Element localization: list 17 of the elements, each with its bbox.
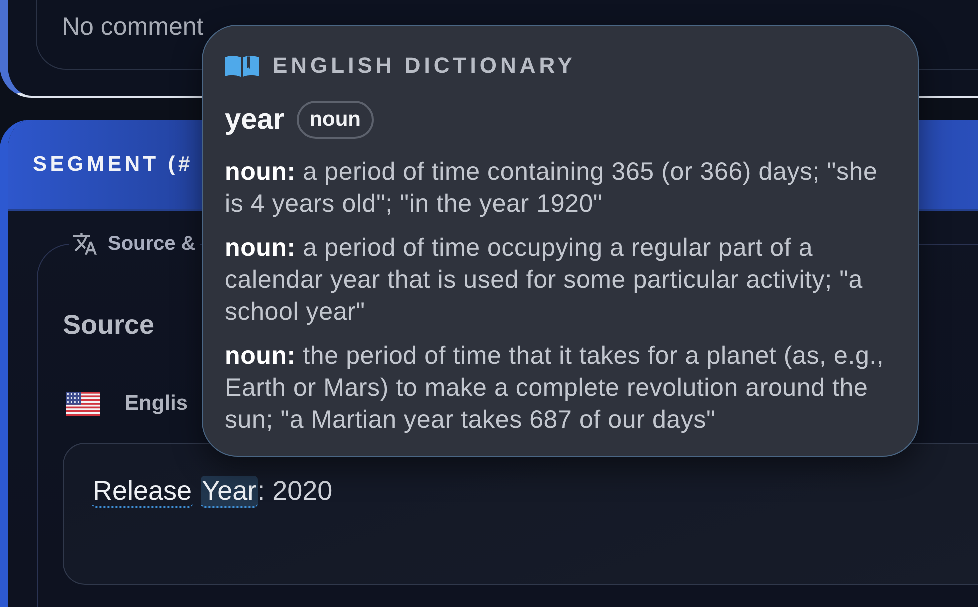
definition-text: noun: a period of time occupying a regular part of a calendar year that is used for some particular activity; "a school year" xyxy=(225,233,864,328)
language-label: Englis xyxy=(125,391,188,417)
dictionary-term[interactable]: Year xyxy=(201,476,258,508)
segment-title: SEGMENT (# xyxy=(33,152,194,178)
section-heading: Source xyxy=(63,310,155,340)
empty-comments-text: No comment xyxy=(62,12,204,42)
translate-icon xyxy=(73,233,97,255)
dictionary-term[interactable]: Release xyxy=(92,476,194,508)
headword: year xyxy=(225,103,285,138)
definition-text: noun: the period of time that it takes for a planet (as, e.g., Earth or Mars) to make a complete revolution around the sun; "a Martian year takes 687 of our days" xyxy=(225,341,886,436)
popup-title: ENGLISH DICTIONARY xyxy=(273,52,576,80)
legend-title: Source & xyxy=(108,232,196,256)
source-text: : 2020 xyxy=(258,476,333,506)
definition-text: noun: a period of time containing 365 (or 366) days; "she is 4 years old"; "in the year 1920" xyxy=(225,157,879,220)
book-icon xyxy=(225,55,259,77)
flag-icon xyxy=(66,392,100,416)
part-of-speech-tag: noun xyxy=(296,101,374,139)
